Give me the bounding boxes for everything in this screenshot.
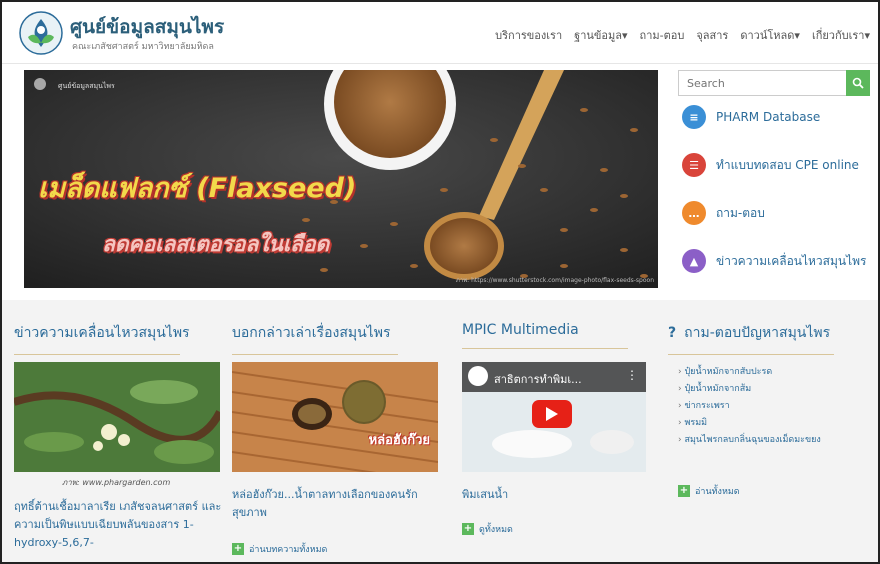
news-image: [14, 362, 220, 472]
qa-list: ปุ๋ยน้ำหมักจากสับปะรด ปุ๋ยน้ำหมักจากส้ม …: [678, 364, 821, 449]
nav-item-database-label: ฐานข้อมูล: [574, 29, 623, 42]
divider: [232, 354, 398, 355]
more-options-icon[interactable]: ⋮: [626, 368, 638, 382]
hero-banner[interactable]: ศูนย์ข้อมูลสมุนไพร เมล็ดแฟลกซ์ (Flaxseed…: [24, 70, 658, 288]
stories-image: [232, 362, 438, 472]
clipboard-icon: ☰: [682, 153, 706, 177]
hero-subtitle: ลดคอเลสเตอรอลในเลือด: [102, 232, 330, 256]
nav-item-download[interactable]: ดาวน์โหลด▾: [740, 26, 800, 44]
page-frame: ศูนย์ข้อมูลสมุนไพร คณะเภสัชศาสตร์ มหาวิท…: [0, 0, 880, 564]
plus-icon: +: [232, 543, 244, 555]
channel-avatar[interactable]: [468, 366, 488, 386]
news-image-caption: ภาพ: www.phargarden.com: [62, 478, 171, 487]
side-link-qa[interactable]: … ถาม-ตอบ: [682, 201, 765, 225]
site-title[interactable]: ศูนย์ข้อมูลสมุนไพร: [70, 12, 224, 42]
news-thumbnail[interactable]: [14, 362, 220, 472]
video-title: สาธิตการทำพิมเ...: [494, 373, 582, 386]
stories-thumbnail[interactable]: หล่อฮังก๊วย: [232, 362, 438, 472]
site-header: ศูนย์ข้อมูลสมุนไพร คณะเภสัชศาสตร์ มหาวิท…: [2, 2, 878, 64]
qa-column-title-label: ถาม-ตอบปัญหาสมุนไพร: [684, 325, 831, 341]
news-article-link[interactable]: ฤทธิ์ต้านเชื้อมาลาเรีย เภสัชจลนศาสตร์ แล…: [14, 498, 226, 552]
stories-more-link[interactable]: + อ่านบทความทั้งหมด: [232, 542, 327, 556]
news-column: ข่าวความเคลื่อนไหวสมุนไพร: [14, 300, 190, 355]
multimedia-item-link[interactable]: พิมเสนน้ำ: [462, 486, 646, 504]
stories-thumb-text: หล่อฮังก๊วย: [368, 433, 430, 448]
stories-column-title[interactable]: บอกกล่าวเล่าเรื่องสมุนไพร: [232, 300, 398, 344]
nav-item-database[interactable]: ฐานข้อมูล▾: [574, 26, 627, 44]
side-link-cpe-test[interactable]: ☰ ทำแบบทดสอบ CPE online: [682, 153, 859, 177]
hero-title: เมล็ดแฟลกซ์ (Flaxseed): [38, 173, 357, 204]
database-icon: ≡: [682, 105, 706, 129]
news-column-title[interactable]: ข่าวความเคลื่อนไหวสมุนไพร: [14, 300, 190, 344]
search-box: [678, 70, 870, 96]
side-link-herb-news[interactable]: ▲ ข่าวความเคลื่อนไหวสมุนไพร: [682, 249, 867, 273]
side-link-pharm-database[interactable]: ≡ PHARM Database: [682, 105, 820, 129]
nav-item-about[interactable]: เกี่ยวกับเรา▾: [812, 26, 870, 44]
multimedia-column: MPIC Multimedia: [462, 300, 628, 349]
nav-item-services[interactable]: บริการของเรา: [495, 26, 562, 44]
plus-icon: +: [678, 485, 690, 497]
site-logo-icon[interactable]: [18, 10, 64, 56]
divider: [462, 348, 628, 349]
multimedia-more-link[interactable]: + ดูทั้งหมด: [462, 522, 513, 536]
multimedia-more-label: ดูทั้งหมด: [479, 525, 513, 535]
chat-icon: …: [682, 201, 706, 225]
stories-article-link[interactable]: หล่อฮังก๊วย...น้ำตาลทางเลือกของคนรักสุขภ…: [232, 486, 438, 522]
play-icon: [546, 407, 558, 421]
divider: [14, 354, 180, 355]
play-button[interactable]: [532, 400, 572, 428]
qa-column: ? ถาม-ตอบปัญหาสมุนไพร: [668, 300, 834, 355]
content-section: ข่าวความเคลื่อนไหวสมุนไพร ภาพ: www.pharg…: [2, 300, 878, 562]
search-icon: [852, 77, 864, 89]
side-link-label: PHARM Database: [716, 110, 821, 124]
qa-item[interactable]: พรมมิ: [678, 415, 821, 432]
qa-column-title[interactable]: ? ถาม-ตอบปัญหาสมุนไพร: [668, 300, 834, 344]
side-link-label: ข่าวความเคลื่อนไหวสมุนไพร: [716, 253, 867, 268]
divider: [668, 354, 834, 355]
qa-more-link[interactable]: + อ่านทั้งหมด: [678, 484, 740, 498]
nav-item-about-label: เกี่ยวกับเรา: [811, 29, 865, 42]
search-input[interactable]: [678, 70, 846, 96]
main-nav: บริการของเรา ฐานข้อมูล▾ ถาม-ตอบ จุลสาร ด…: [495, 26, 870, 44]
plus-icon: +: [462, 523, 474, 535]
flask-icon: ▲: [682, 249, 706, 273]
search-button[interactable]: [846, 70, 870, 96]
site-subtitle: คณะเภสัชศาสตร์ มหาวิทยาลัยมหิดล: [72, 42, 214, 52]
side-link-label: ทำแบบทดสอบ CPE online: [716, 157, 859, 172]
nav-item-journal[interactable]: จุลสาร: [696, 26, 728, 44]
nav-item-qa[interactable]: ถาม-ตอบ: [640, 26, 685, 44]
stories-column: บอกกล่าวเล่าเรื่องสมุนไพร: [232, 300, 398, 355]
video-player[interactable]: สาธิตการทำพิมเ... ⋮: [462, 362, 646, 472]
qa-item[interactable]: ปุ๋ยน้ำหมักจากสับปะรด: [678, 364, 821, 381]
qa-item[interactable]: ข่ากระเพรา: [678, 398, 821, 415]
stories-more-label: อ่านบทความทั้งหมด: [249, 545, 328, 555]
side-link-label: ถาม-ตอบ: [716, 205, 765, 220]
qa-item[interactable]: ปุ๋ยน้ำหมักจากส้ม: [678, 381, 821, 398]
nav-item-download-label: ดาวน์โหลด: [740, 29, 795, 42]
multimedia-column-title[interactable]: MPIC Multimedia: [462, 300, 628, 338]
hero-credit: ภาพ: https://www.shutterstock.com/image-…: [455, 277, 654, 284]
question-icon: ?: [668, 325, 677, 341]
qa-item[interactable]: สมุนไพรกลบกลิ่นฉุนของเม็ดมะขยง: [678, 432, 820, 449]
qa-more-label: อ่านทั้งหมด: [695, 487, 740, 497]
hero-tag: ศูนย์ข้อมูลสมุนไพร: [58, 82, 115, 90]
